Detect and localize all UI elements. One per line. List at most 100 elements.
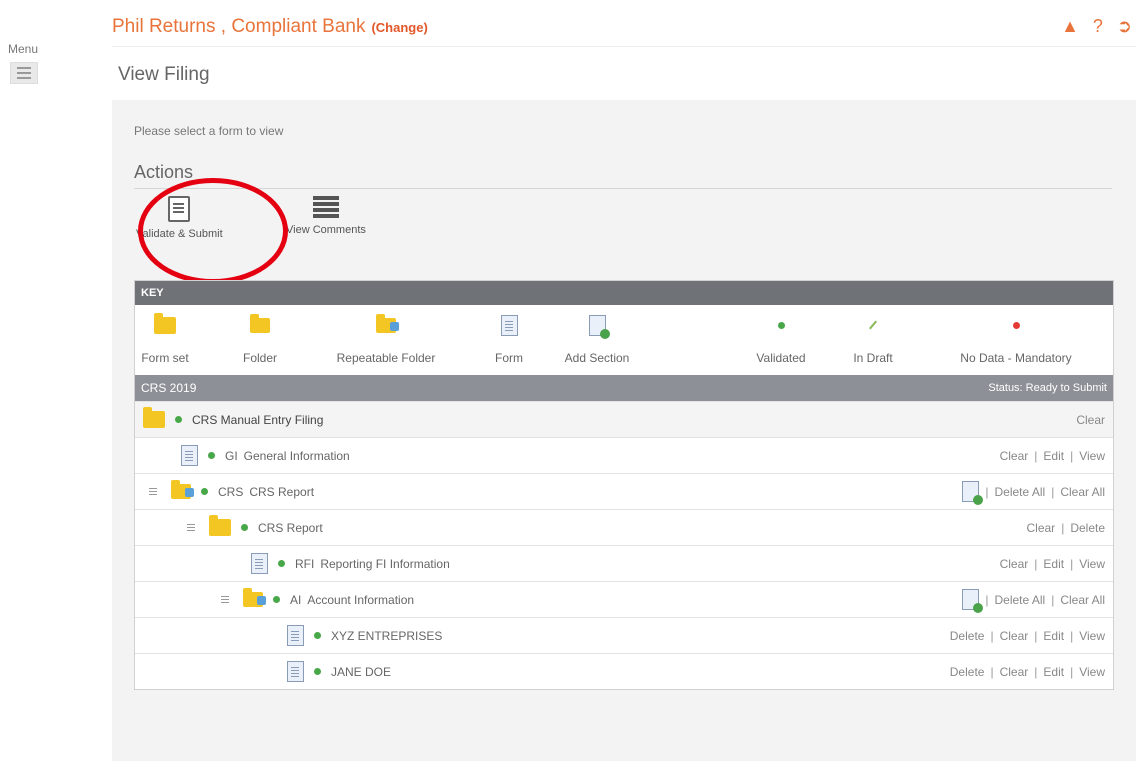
validated-icon	[175, 416, 182, 423]
row-code: AI	[290, 592, 302, 607]
intro-text: Please select a form to view	[134, 124, 284, 138]
section-status: Status: Ready to Submit	[988, 382, 1107, 394]
tree-row[interactable]: JANE DOE Delete | Clear | Edit | View	[135, 653, 1113, 689]
key-repeatable-folder-label: Repeatable Folder	[336, 351, 436, 365]
form-icon	[251, 553, 268, 574]
delete-all-link[interactable]: Delete All	[994, 485, 1045, 499]
row-name: XYZ ENTREPRISES	[331, 628, 443, 643]
clear-link[interactable]: Clear	[1076, 413, 1105, 427]
edit-link[interactable]: Edit	[1043, 629, 1064, 643]
clear-link[interactable]: Clear	[1000, 557, 1029, 571]
collapse-icon[interactable]	[221, 599, 229, 600]
tree-row[interactable]: CRS Manual Entry Filing Clear	[135, 401, 1113, 437]
key-repeatable-folder: Repeatable Folder	[311, 313, 461, 365]
tree-row[interactable]: GI General Information Clear | Edit | View	[135, 437, 1113, 473]
row-name: Account Information	[307, 592, 415, 607]
comments-icon	[312, 196, 339, 218]
menu-toggle-button[interactable]	[10, 62, 38, 84]
clear-link[interactable]: Clear	[1027, 521, 1056, 535]
filing-tree: KEY Form set Folder Repeatable Folder Fo…	[134, 280, 1114, 690]
clear-link[interactable]: Clear	[1000, 629, 1029, 643]
clear-all-link[interactable]: Clear All	[1060, 485, 1105, 499]
folder-icon	[250, 313, 270, 333]
edit-link[interactable]: Edit	[1043, 665, 1064, 679]
edit-link[interactable]: Edit	[1043, 449, 1064, 463]
key-form: Form	[493, 313, 525, 365]
key-no-data-label: No Data - Mandatory	[960, 351, 1072, 365]
edit-link[interactable]: Edit	[1043, 557, 1064, 571]
header-icons: ▲ ? ➲	[1061, 16, 1132, 37]
key-add-section-label: Add Section	[564, 351, 630, 365]
content-panel: Please select a form to view Actions Val…	[112, 100, 1136, 761]
tree-row[interactable]: RFI Reporting FI Information Clear | Edit | V…	[135, 545, 1113, 581]
view-link[interactable]: View	[1079, 665, 1105, 679]
validate-submit-label: Validate & Submit	[136, 228, 223, 240]
add-section-icon	[588, 314, 610, 339]
row-name: General Information	[243, 448, 350, 463]
repeatable-folder-icon	[376, 313, 399, 333]
row-code: RFI	[295, 556, 315, 571]
clear-link[interactable]: Clear	[1000, 665, 1029, 679]
validated-icon	[777, 321, 785, 329]
repeatable-folder-icon	[171, 480, 194, 499]
delete-link[interactable]: Delete	[1070, 521, 1105, 535]
row-name: JANE DOE	[331, 664, 392, 679]
validated-icon	[241, 524, 248, 531]
validated-icon	[314, 668, 321, 675]
top-header: Phil Returns , Compliant Bank (Change) ▲ …	[112, 10, 1136, 47]
view-comments-button[interactable]: View Comments	[286, 196, 366, 236]
pencil-icon	[869, 320, 877, 330]
help-icon[interactable]: ?	[1093, 16, 1103, 37]
key-legend: Form set Folder Repeatable Folder Form A…	[135, 305, 1113, 375]
delete-all-link[interactable]: Delete All	[994, 593, 1045, 607]
validated-icon	[201, 488, 208, 495]
change-link[interactable]: (Change)	[371, 20, 427, 35]
collapse-icon[interactable]	[187, 527, 195, 528]
validated-icon	[273, 596, 280, 603]
tree-row[interactable]: XYZ ENTREPRISES Delete | Clear | Edit | View	[135, 617, 1113, 653]
key-in-draft-label: In Draft	[853, 351, 893, 365]
logout-icon[interactable]: ➲	[1117, 16, 1132, 37]
add-section-icon[interactable]	[962, 589, 984, 613]
folder-icon	[209, 515, 231, 536]
key-form-set: Form set	[141, 312, 189, 365]
view-link[interactable]: View	[1079, 449, 1105, 463]
view-link[interactable]: View	[1079, 629, 1105, 643]
key-header: KEY	[135, 281, 1113, 305]
tree-row[interactable]: CRS CRS Report | Delete All | Clear All	[135, 473, 1113, 509]
tree-row[interactable]: CRS Report Clear | Delete	[135, 509, 1113, 545]
row-name: CRS Manual Entry Filing	[192, 412, 324, 427]
delete-link[interactable]: Delete	[950, 629, 985, 643]
row-code: CRS	[218, 484, 244, 499]
key-no-data: No Data - Mandatory	[931, 313, 1101, 365]
validated-icon	[314, 632, 321, 639]
actions-divider	[134, 188, 1112, 189]
tree-row[interactable]: AI Account Information | Delete All | Clear …	[135, 581, 1113, 617]
validate-document-icon	[168, 196, 191, 222]
mandatory-icon	[1012, 321, 1020, 329]
clear-link[interactable]: Clear	[1000, 449, 1029, 463]
form-icon	[181, 445, 198, 466]
delete-link[interactable]: Delete	[950, 665, 985, 679]
user-icon[interactable]: ▲	[1061, 16, 1079, 37]
key-validated: Validated	[743, 313, 819, 365]
key-add-section: Add Section	[555, 313, 639, 365]
validated-icon	[208, 452, 215, 459]
form-set-icon	[154, 312, 176, 334]
key-form-label: Form	[495, 351, 523, 365]
add-section-icon[interactable]	[962, 481, 984, 505]
menu-label: Menu	[8, 42, 39, 56]
validate-submit-button[interactable]: Validate & Submit	[136, 196, 223, 240]
view-comments-label: View Comments	[286, 224, 366, 236]
collapse-icon[interactable]	[149, 491, 157, 492]
app-title-text: Phil Returns , Compliant Bank	[112, 16, 366, 37]
clear-all-link[interactable]: Clear All	[1060, 593, 1105, 607]
section-name: CRS 2019	[141, 381, 197, 395]
actions-heading: Actions	[134, 162, 194, 182]
section-bar: CRS 2019 Status: Ready to Submit	[135, 375, 1113, 401]
row-name: CRS Report	[258, 520, 323, 535]
key-folder-label: Folder	[242, 351, 277, 365]
view-link[interactable]: View	[1079, 557, 1105, 571]
key-in-draft: In Draft	[845, 313, 901, 365]
side-menu: Menu	[8, 42, 48, 84]
